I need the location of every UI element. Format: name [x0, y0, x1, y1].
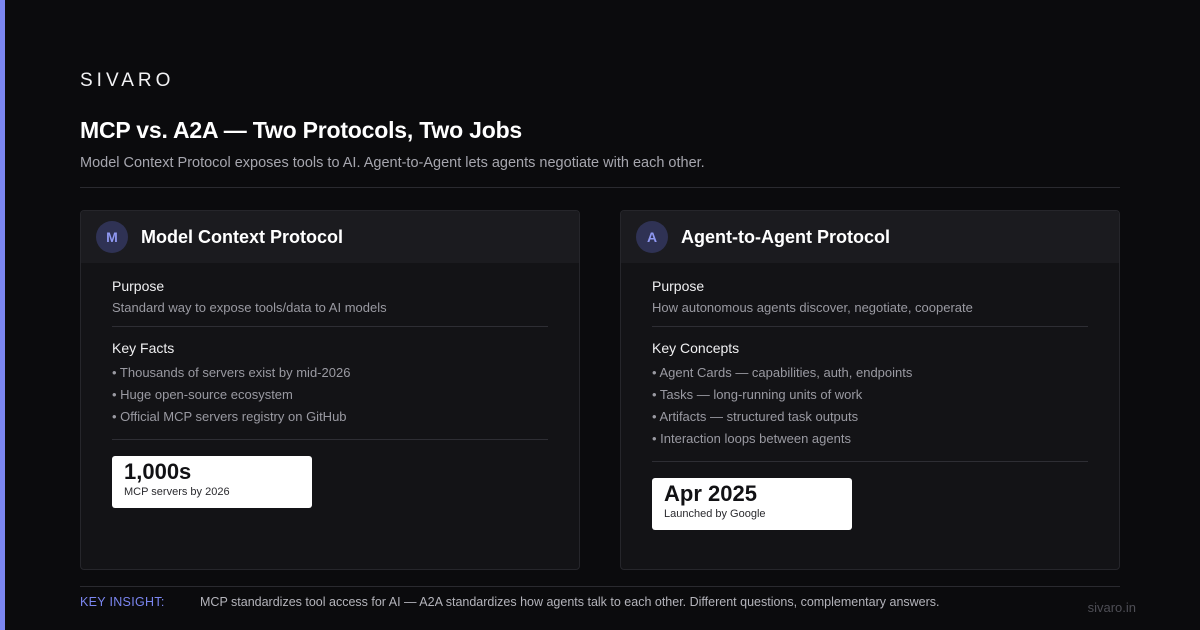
- a2a-stat-value: Apr 2025: [664, 481, 757, 506]
- key-insight-text: MCP standardizes tool access for AI — A2…: [200, 595, 940, 609]
- mcp-card-body: Purpose Standard way to expose tools/dat…: [81, 263, 579, 508]
- mcp-facts-label: Key Facts: [112, 340, 175, 356]
- a2a-card-body: Purpose How autonomous agents discover, …: [621, 263, 1119, 530]
- mcp-badge-icon: M: [96, 221, 128, 253]
- accent-bar: [0, 0, 5, 630]
- mcp-divider-2: [112, 439, 548, 440]
- list-item: • Artifacts — structured task outputs: [652, 409, 859, 424]
- page-subtitle: Model Context Protocol exposes tools to …: [80, 155, 705, 171]
- list-item: • Official MCP servers registry on GitHu…: [112, 409, 347, 424]
- a2a-stat-caption: Launched by Google: [664, 508, 766, 520]
- mcp-stat-caption: MCP servers by 2026: [124, 486, 230, 498]
- mcp-purpose-text: Standard way to expose tools/data to AI …: [112, 300, 387, 315]
- a2a-purpose-text: How autonomous agents discover, negotiat…: [652, 300, 973, 315]
- a2a-card-title: Agent-to-Agent Protocol: [681, 226, 890, 247]
- brand-logo: SIVARO: [80, 70, 175, 91]
- list-item: • Huge open-source ecosystem: [112, 387, 293, 402]
- list-item: • Thousands of servers exist by mid-2026: [112, 365, 351, 380]
- a2a-card: A Agent-to-Agent Protocol Purpose How au…: [620, 210, 1120, 570]
- mcp-stat-value: 1,000s: [124, 459, 192, 484]
- list-item: • Interaction loops between agents: [652, 431, 851, 446]
- page-title: MCP vs. A2A — Two Protocols, Two Jobs: [80, 117, 523, 143]
- mcp-divider-1: [112, 326, 548, 327]
- footer-url: sivaro.in: [1087, 600, 1136, 615]
- header-divider: [80, 187, 1120, 188]
- footer-divider: [80, 586, 1120, 587]
- a2a-divider-2: [652, 461, 1088, 462]
- mcp-purpose-label: Purpose: [112, 278, 165, 294]
- a2a-stat-box: Apr 2025 Launched by Google: [652, 478, 852, 530]
- mcp-card: M Model Context Protocol Purpose Standar…: [80, 210, 580, 570]
- a2a-divider-1: [652, 326, 1088, 327]
- mcp-facts-list: • Thousands of servers exist by mid-2026…: [112, 362, 548, 428]
- mcp-stat-box: 1,000s MCP servers by 2026: [112, 456, 312, 508]
- mcp-card-title: Model Context Protocol: [141, 226, 343, 247]
- a2a-badge-icon: A: [636, 221, 668, 253]
- a2a-concepts-label: Key Concepts: [652, 340, 740, 356]
- key-insight-label: KEY INSIGHT:: [80, 595, 165, 609]
- a2a-purpose-label: Purpose: [652, 278, 705, 294]
- list-item: • Tasks — long-running units of work: [652, 387, 863, 402]
- list-item: • Agent Cards — capabilities, auth, endp…: [652, 365, 913, 380]
- mcp-card-header: M Model Context Protocol: [81, 211, 579, 263]
- a2a-card-header: A Agent-to-Agent Protocol: [621, 211, 1119, 263]
- a2a-concepts-list: • Agent Cards — capabilities, auth, endp…: [652, 362, 1088, 450]
